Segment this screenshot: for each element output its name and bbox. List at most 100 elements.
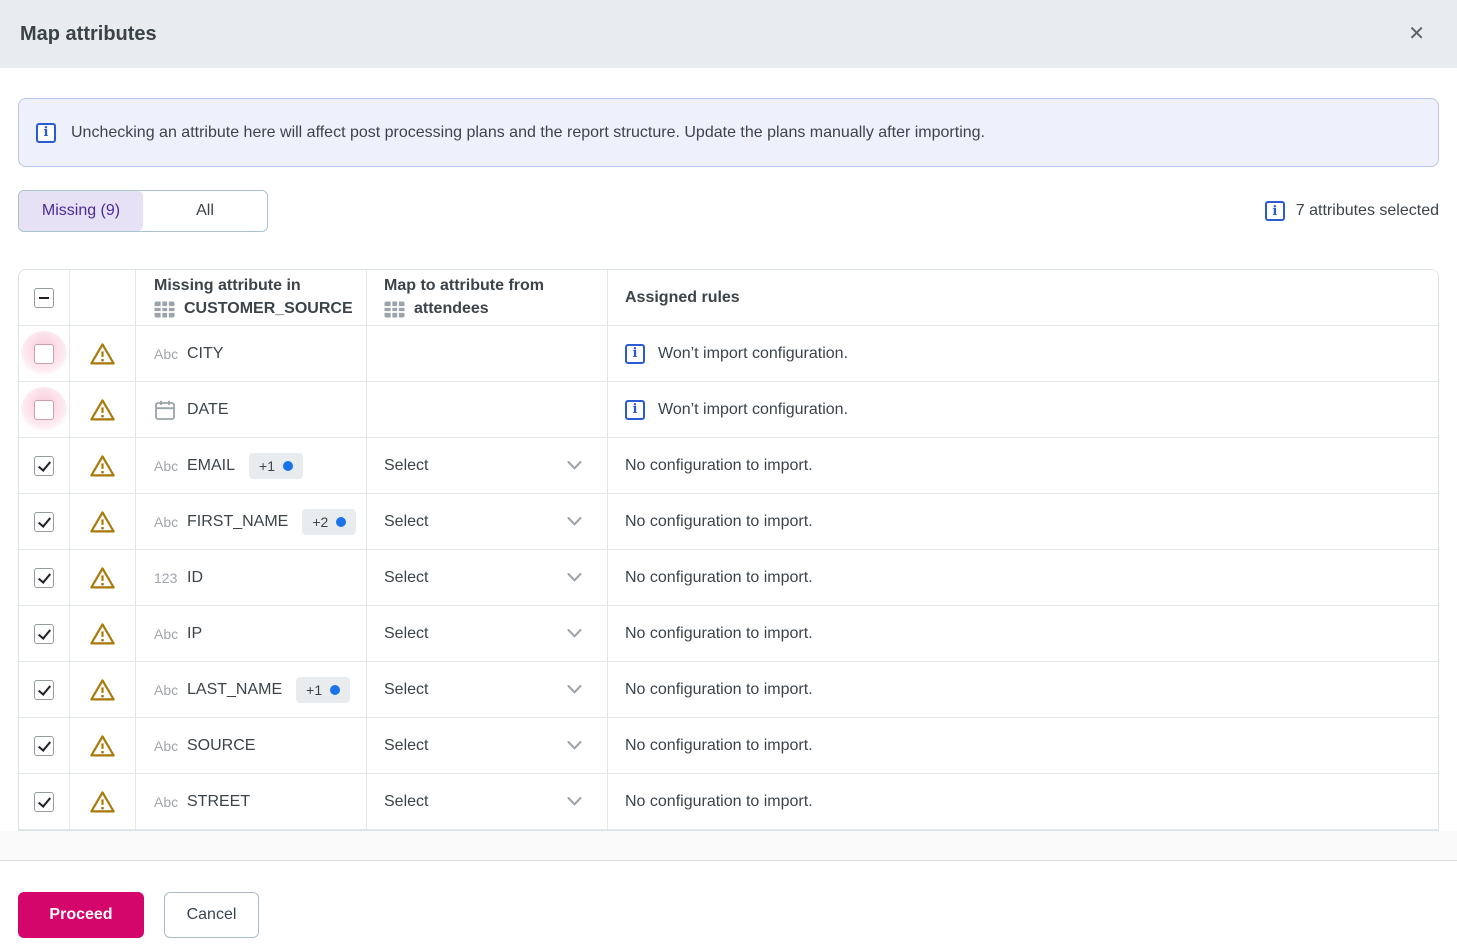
attribute-name: SOURCE — [187, 736, 256, 754]
attribute-type-label: Abc — [154, 625, 179, 642]
rule-text: No configuration to import. — [625, 624, 813, 642]
table-icon — [154, 300, 175, 318]
chevron-down-icon — [567, 685, 582, 694]
info-icon: i — [625, 343, 645, 364]
map-attribute-select[interactable]: Select — [384, 569, 590, 587]
tab-all[interactable]: All — [143, 191, 267, 231]
attribute-type-label: Abc — [154, 793, 179, 810]
more-count-badge: +1 — [249, 452, 303, 479]
rule-text: No configuration to import. — [625, 568, 813, 586]
row-checkbox[interactable] — [34, 623, 54, 644]
row-checkbox[interactable] — [34, 791, 54, 812]
row-checkbox[interactable] — [34, 455, 54, 476]
table-row: Abc STREET Select i No configuration to … — [19, 774, 1438, 830]
dialog-titlebar: Map attributes ✕ — [0, 0, 1457, 68]
close-icon[interactable]: ✕ — [1408, 24, 1425, 44]
warning-icon — [90, 734, 115, 756]
warning-icon — [90, 622, 115, 644]
attribute-type-label: Abc — [154, 513, 179, 530]
assigned-rules-column-header: Assigned rules — [625, 288, 740, 306]
attribute-type-label: 123 — [154, 569, 178, 586]
table-row: Abc SOURCE Select i No configuration to … — [19, 718, 1438, 774]
banner-text: Unchecking an attribute here will affect… — [71, 123, 985, 141]
attribute-name: DATE — [187, 400, 229, 418]
warning-icon — [90, 790, 115, 812]
proceed-button[interactable]: Proceed — [18, 892, 144, 938]
rule-text: No configuration to import. — [625, 456, 813, 474]
chevron-down-icon — [567, 517, 582, 526]
info-icon: i — [36, 122, 56, 143]
calendar-icon — [155, 400, 175, 420]
table-row: Abc FIRST_NAME +2 Select i No configurat… — [19, 494, 1438, 550]
warning-icon — [90, 678, 115, 700]
more-count-badge: +2 — [302, 508, 357, 535]
missing-attribute-column-header: Missing attribute in CUSTOMER_SOURCE — [154, 277, 353, 318]
row-checkbox[interactable] — [34, 399, 54, 420]
more-count-badge: +1 — [296, 676, 351, 703]
row-checkbox[interactable] — [34, 735, 54, 756]
chevron-down-icon — [567, 573, 582, 582]
map-attribute-select[interactable]: Select — [384, 457, 590, 475]
attribute-type-label: Abc — [154, 737, 179, 754]
map-attribute-select[interactable]: Select — [384, 737, 590, 755]
table-icon — [384, 300, 405, 318]
warning-icon — [90, 342, 115, 364]
map-attribute-select[interactable]: Select — [384, 625, 590, 643]
attribute-type-label: Abc — [154, 681, 179, 698]
warning-icon — [90, 510, 115, 532]
warning-icon — [90, 454, 115, 476]
info-banner: i Unchecking an attribute here will affe… — [18, 98, 1439, 167]
table-footer-band — [0, 831, 1457, 860]
table-row: DATE i Won’t import configuration. — [19, 382, 1438, 438]
attribute-name: CITY — [187, 344, 224, 362]
map-attribute-select[interactable]: Select — [384, 681, 590, 699]
attribute-name: STREET — [187, 792, 251, 810]
rule-text: Won’t import configuration. — [658, 400, 849, 418]
page-title: Map attributes — [20, 22, 157, 45]
row-checkbox[interactable] — [34, 511, 54, 532]
rule-text: No configuration to import. — [625, 512, 813, 530]
cancel-button[interactable]: Cancel — [164, 892, 259, 938]
table-header-row: Missing attribute in CUSTOMER_SOURCE Map… — [19, 270, 1438, 326]
warning-icon — [90, 566, 115, 588]
footer: Proceed Cancel — [0, 861, 1457, 938]
rule-text: No configuration to import. — [625, 736, 813, 754]
table-row: Abc EMAIL +1 Select i No configuration t… — [19, 438, 1438, 494]
attribute-name: EMAIL — [187, 456, 236, 474]
row-checkbox[interactable] — [34, 567, 54, 588]
table-row: 123 ID Select i No configuration to impo… — [19, 550, 1438, 606]
select-all-checkbox[interactable] — [34, 287, 54, 308]
attribute-name: IP — [187, 624, 203, 642]
attribute-name: ID — [187, 568, 203, 586]
table-row: Abc CITY i Won’t import configuration. — [19, 326, 1438, 382]
attributes-table: Missing attribute in CUSTOMER_SOURCE Map… — [18, 269, 1439, 831]
rule-text: No configuration to import. — [625, 792, 813, 810]
row-checkbox[interactable] — [34, 343, 54, 364]
rule-text: No configuration to import. — [625, 680, 813, 698]
blue-dot-icon — [336, 516, 347, 527]
map-attribute-column-header: Map to attribute from attendees — [384, 277, 544, 318]
controls-row: Missing (9) All i 7 attributes selected — [18, 190, 1439, 232]
map-attribute-select[interactable]: Select — [384, 793, 590, 811]
table-row: Abc IP Select i No configuration to impo… — [19, 606, 1438, 662]
map-attribute-select[interactable]: Select — [384, 513, 590, 531]
info-icon: i — [625, 399, 645, 420]
attribute-type-label: Abc — [154, 457, 179, 474]
warning-column-header — [70, 270, 136, 325]
blue-dot-icon — [330, 684, 341, 695]
attribute-name: FIRST_NAME — [187, 512, 289, 530]
chevron-down-icon — [567, 629, 582, 638]
selection-summary-text: 7 attributes selected — [1295, 202, 1439, 219]
rule-text: Won’t import configuration. — [658, 344, 849, 362]
table-row: Abc LAST_NAME +1 Select i No configurati… — [19, 662, 1438, 718]
tab-missing[interactable]: Missing (9) — [19, 191, 143, 231]
info-icon: i — [1264, 201, 1285, 221]
warning-icon — [90, 398, 115, 420]
chevron-down-icon — [567, 461, 582, 470]
attribute-type-label: Abc — [154, 345, 179, 362]
tab-group: Missing (9) All — [18, 190, 268, 232]
selection-summary: i 7 attributes selected — [1264, 201, 1439, 221]
attribute-name: LAST_NAME — [187, 680, 283, 698]
row-checkbox[interactable] — [34, 679, 54, 700]
chevron-down-icon — [567, 741, 582, 750]
